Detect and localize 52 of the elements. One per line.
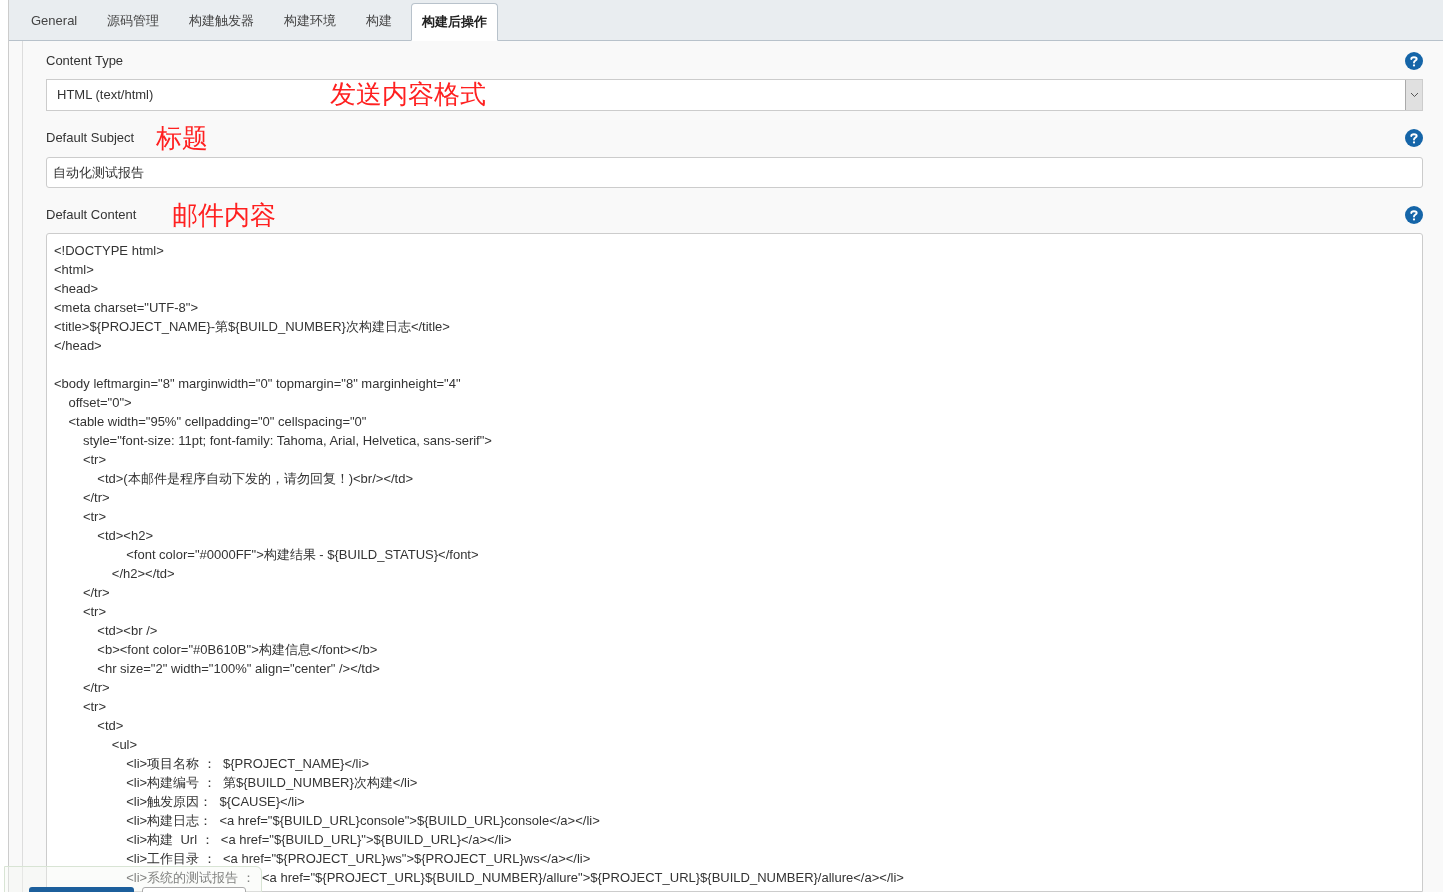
annotation-text: 标题 (156, 125, 209, 151)
code-line: <font color="#0000FF">构建结果 - ${BUILD_STATUS}</font> (125, 546, 479, 564)
code-line: <html> (54, 261, 94, 279)
code-line: <tr> (81, 603, 107, 621)
code-line: </tr> (81, 679, 110, 697)
code-line: <li>触发原因： ${CAUSE}</li> (125, 793, 305, 811)
tab[interactable]: 源码管理 (92, 2, 175, 40)
code-line: <meta charset="UTF-8"> (54, 299, 198, 317)
code-line: <li>项目名称 ： ${PROJECT_NAME}</li> (125, 755, 369, 773)
code-line: <!DOCTYPE html> (54, 242, 164, 260)
help-icon[interactable] (1405, 52, 1423, 70)
tab[interactable]: 构建后操作 (411, 3, 499, 41)
annotation-text: 发送内容格式 (330, 79, 486, 109)
code-line: </head> (54, 337, 102, 355)
tab[interactable]: 构建触发器 (174, 2, 270, 40)
chevron-down-icon (1409, 92, 1419, 98)
code-line: style="font-size: 11pt; font-family: Tahoma, Arial, Helvetica, sans-serif"> (81, 432, 492, 450)
code-line: <body leftmargin="8" marginwidth="0" topmargin="8" marginheight="4" (54, 375, 461, 393)
code-line: <td><h2> (96, 527, 153, 545)
content-textarea[interactable] (46, 233, 1423, 892)
field-label: Default Content (46, 205, 137, 224)
code-line: <td><br /> (96, 622, 158, 640)
code-line: <head> (54, 280, 99, 298)
code-line: <li>构建 Url ： <a href="${BUILD_URL}">${BUILD_URL}</a></li> (125, 831, 512, 849)
field-label: Default Subject (46, 129, 135, 148)
subject-field[interactable]: 自动化测试报告 (46, 157, 1423, 188)
dropdown-button[interactable] (1405, 80, 1422, 110)
code-line: <li>构建编号 ： 第${BUILD_NUMBER}次构建</li> (125, 774, 418, 792)
help-icon[interactable] (1405, 129, 1423, 147)
code-line: <tr> (81, 508, 107, 526)
code-line: <hr size="2" width="100%" align="center" /></td> (96, 660, 380, 678)
code-line: <li>工作目录 ： <a href="${PROJECT_URL}ws">${PROJECT_URL}ws</a></li> (125, 850, 591, 868)
help-icon[interactable] (1405, 205, 1423, 224)
code-line: <table width="95%" cellpadding="0" cellspacing="0" (67, 413, 367, 431)
code-line: </h2></td> (110, 565, 175, 583)
code-line: <tr> (81, 451, 107, 469)
code-line: <b><font color="#0B610B">构建信息</font></b> (96, 641, 378, 659)
code-line: <li>构建日志： <a href="${BUILD_URL}console">${BUILD_URL}console</a></li> (125, 812, 600, 830)
code-line: </tr> (81, 489, 110, 507)
code-line: <title>${PROJECT_NAME}-第${BUILD_NUMBER}次构建日志</title> (54, 318, 450, 336)
code-line: <ul> (110, 736, 138, 754)
tab[interactable]: 构建 (351, 2, 408, 40)
code-line: <td> (96, 717, 124, 735)
tab[interactable]: 构建环境 (269, 2, 352, 40)
field-label: Content Type (46, 52, 124, 71)
annotation-text: 邮件内容 (172, 201, 277, 228)
code-line: </tr> (81, 584, 110, 602)
code-line: <li>系统的测试报告 ： <a href="${PROJECT_URL}${BUILD_NUMBER}/allure">${PROJECT_URL}${BUILD_NUMBER}/allure</a></li> (125, 869, 904, 887)
tab[interactable]: General (16, 2, 93, 40)
code-line: <tr> (81, 698, 107, 716)
code-line: offset="0"> (67, 394, 132, 412)
code-line: <td>(本邮件是程序自动下发的，请勿回复！)<br/></td> (96, 470, 414, 488)
